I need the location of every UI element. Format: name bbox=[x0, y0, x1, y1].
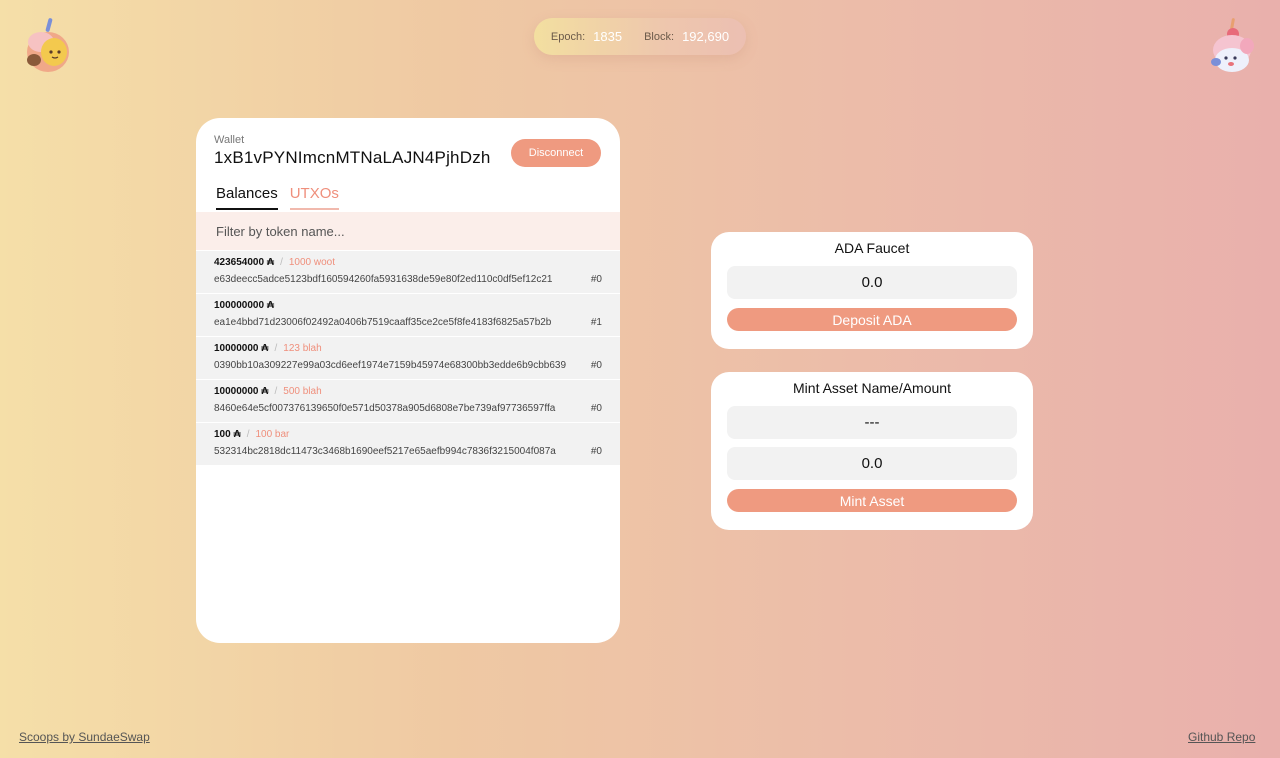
utxo-asset: 1000 woot bbox=[288, 257, 335, 268]
mint-asset-card: Mint Asset Name/Amount --- 0.0 Mint Asse… bbox=[711, 372, 1033, 530]
utxo-separator: / bbox=[280, 257, 283, 268]
tab-utxos[interactable]: UTXOs bbox=[289, 185, 339, 210]
utxo-asset: 500 blah bbox=[283, 386, 322, 397]
wallet-label: Wallet bbox=[214, 134, 245, 146]
asset-name-input[interactable]: --- bbox=[727, 406, 1017, 439]
disconnect-button[interactable]: Disconnect bbox=[511, 139, 601, 167]
utxo-asset: 123 blah bbox=[283, 343, 322, 354]
epoch-value: 1835 bbox=[593, 29, 623, 44]
utxo-row[interactable]: 100 ₳ / 100 bar 532314bc2818dc11473c3468… bbox=[196, 423, 620, 466]
tab-balances[interactable]: Balances bbox=[216, 185, 278, 210]
sundae-mascot-icon bbox=[20, 16, 76, 76]
utxo-index: #0 bbox=[590, 360, 602, 371]
wallet-header: Wallet 1xB1vPYNImcnMTNaLAJN4PjhDzh bbox=[214, 134, 491, 168]
github-repo-link[interactable]: Github Repo bbox=[1188, 730, 1255, 744]
utxo-amount: 423654000 ₳ bbox=[214, 257, 275, 268]
utxo-amount: 100000000 ₳ bbox=[214, 300, 275, 311]
utxo-amount: 10000000 ₳ bbox=[214, 343, 269, 354]
utxo-hash: 8460e64e5cf007376139650f0e571d50378a905d… bbox=[214, 403, 556, 414]
utxo-row[interactable]: 423654000 ₳ / 1000 woot e63deecc5adce512… bbox=[196, 251, 620, 294]
wallet-tabs: Balances UTXOs bbox=[216, 185, 339, 210]
utxo-hash: 532314bc2818dc11473c3468b1690eef5217e65a… bbox=[214, 446, 556, 457]
block-label: Block: bbox=[644, 30, 675, 43]
utxo-list: 423654000 ₳ / 1000 woot e63deecc5adce512… bbox=[196, 251, 620, 466]
utxo-index: #0 bbox=[590, 274, 602, 285]
epoch-label: Epoch: bbox=[550, 30, 586, 43]
scoops-link[interactable]: Scoops by SundaeSwap bbox=[19, 730, 150, 744]
utxo-amount: 100 ₳ bbox=[214, 429, 241, 440]
utxo-asset: 100 bar bbox=[255, 429, 290, 440]
utxo-hash: e63deecc5adce5123bdf160594260fa5931638de… bbox=[214, 274, 553, 285]
utxo-index: #0 bbox=[590, 446, 602, 457]
utxo-hash: 0390bb10a309227e99a03cd6eef1974e7159b459… bbox=[214, 360, 567, 371]
block-value: 192,690 bbox=[682, 29, 730, 44]
ice-cream-mascot-icon bbox=[1204, 16, 1260, 76]
mint-asset-button[interactable]: Mint Asset bbox=[727, 489, 1017, 512]
wallet-address: 1xB1vPYNImcnMTNaLAJN4PjhDzh bbox=[214, 148, 491, 167]
ada-faucet-card: ADA Faucet 0.0 Deposit ADA bbox=[711, 232, 1033, 349]
utxo-separator: / bbox=[246, 429, 250, 440]
token-filter-input[interactable]: Filter by token name... bbox=[196, 212, 620, 250]
chain-status-pill: Epoch: 1835 Block: 192,690 bbox=[534, 18, 746, 55]
utxo-separator: / bbox=[274, 343, 278, 354]
faucet-title: ADA Faucet bbox=[834, 240, 910, 256]
utxo-hash: ea1e4bbd71d23006f02492a0406b7519caaff35c… bbox=[214, 317, 552, 328]
utxo-separator: / bbox=[274, 386, 278, 397]
wallet-card: Wallet 1xB1vPYNImcnMTNaLAJN4PjhDzh Disco… bbox=[196, 118, 620, 643]
faucet-amount-input[interactable]: 0.0 bbox=[727, 266, 1017, 299]
utxo-amount: 10000000 ₳ bbox=[214, 386, 269, 397]
utxo-row[interactable]: 10000000 ₳ / 500 blah 8460e64e5cf0073761… bbox=[196, 380, 620, 423]
deposit-ada-button[interactable]: Deposit ADA bbox=[727, 308, 1017, 331]
mint-title: Mint Asset Name/Amount bbox=[793, 380, 951, 396]
utxo-index: #0 bbox=[590, 403, 602, 414]
utxo-row[interactable]: 100000000 ₳ ea1e4bbd71d23006f02492a0406b… bbox=[196, 294, 620, 337]
asset-amount-input[interactable]: 0.0 bbox=[727, 447, 1017, 480]
utxo-row[interactable]: 10000000 ₳ / 123 blah 0390bb10a309227e99… bbox=[196, 337, 620, 380]
utxo-index: #1 bbox=[590, 317, 602, 328]
